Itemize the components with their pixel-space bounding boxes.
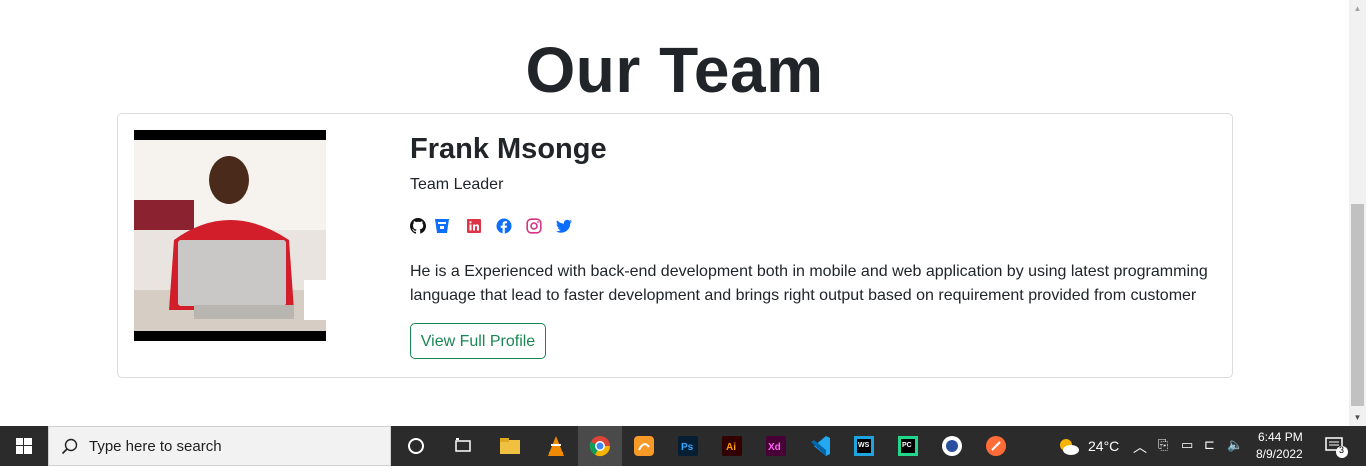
bitbucket-icon[interactable] [434,218,450,234]
photoshop-icon[interactable]: Ps [672,430,704,462]
vscode-icon[interactable] [804,430,836,462]
facebook-icon[interactable] [496,218,512,234]
weather-temperature[interactable]: 24°C [1088,438,1119,454]
windows-taskbar: Type here to search Ps Ai Xd WS PC 24°C … [0,426,1366,466]
weather-icon[interactable] [1052,430,1084,462]
task-view-icon[interactable] [447,430,479,462]
volume-icon[interactable]: 🔈 [1227,437,1243,453]
taskbar-search-box[interactable]: Type here to search [48,426,391,466]
postman-icon[interactable] [980,430,1012,462]
clock-date[interactable]: 8/9/2022 [1256,447,1303,461]
vertical-scrollbar[interactable]: ▲ ▼ [1349,0,1366,426]
cortana-icon[interactable] [400,430,432,462]
svg-text:WS: WS [858,442,870,449]
notification-center-icon[interactable]: 3 [1320,430,1352,462]
uc-browser-icon[interactable] [628,430,660,462]
meet-now-icon[interactable]: ⎘ [1158,437,1168,453]
svg-text:Ps: Ps [681,442,694,453]
app-icon[interactable] [936,430,968,462]
chevron-up-icon[interactable]: ︿ [1133,437,1147,457]
scroll-up-arrow-icon[interactable]: ▲ [1349,0,1366,17]
chrome-icon[interactable] [578,426,622,466]
view-full-profile-button[interactable]: View Full Profile [410,323,546,359]
illustrator-icon[interactable]: Ai [716,430,748,462]
webpage: Our Team Frank Msonge Team Leader He is … [0,0,1349,426]
vlc-icon[interactable] [540,430,572,462]
team-member-card: Frank Msonge Team Leader He is a Experie… [117,113,1233,378]
svg-text:PC: PC [902,442,912,449]
notification-count: 3 [1339,445,1345,455]
search-placeholder: Type here to search [89,438,222,455]
windows-start-button[interactable] [0,426,48,466]
member-role: Team Leader [410,176,504,193]
social-links [410,218,586,236]
file-explorer-icon[interactable] [494,430,526,466]
clock-time[interactable]: 6:44 PM [1258,430,1303,444]
github-icon[interactable] [410,218,426,234]
page-title: Our Team [525,34,824,106]
network-icon[interactable]: ⊏ [1204,437,1215,453]
twitter-icon[interactable] [556,218,572,234]
member-photo [134,130,326,341]
adobe-xd-icon[interactable]: Xd [760,430,792,462]
search-icon [61,438,78,455]
webstorm-icon[interactable]: WS [848,430,880,462]
scrollbar-thumb[interactable] [1351,204,1364,406]
battery-icon[interactable]: ▭ [1181,437,1193,453]
member-name: Frank Msonge [410,133,607,165]
linkedin-icon[interactable] [466,218,482,234]
scroll-down-arrow-icon[interactable]: ▼ [1349,409,1366,426]
member-bio: He is a Experienced with back-end develo… [410,263,1208,304]
pycharm-icon[interactable]: PC [892,430,924,462]
svg-text:Xd: Xd [768,442,781,453]
svg-text:Ai: Ai [726,442,736,453]
instagram-icon[interactable] [526,218,542,234]
